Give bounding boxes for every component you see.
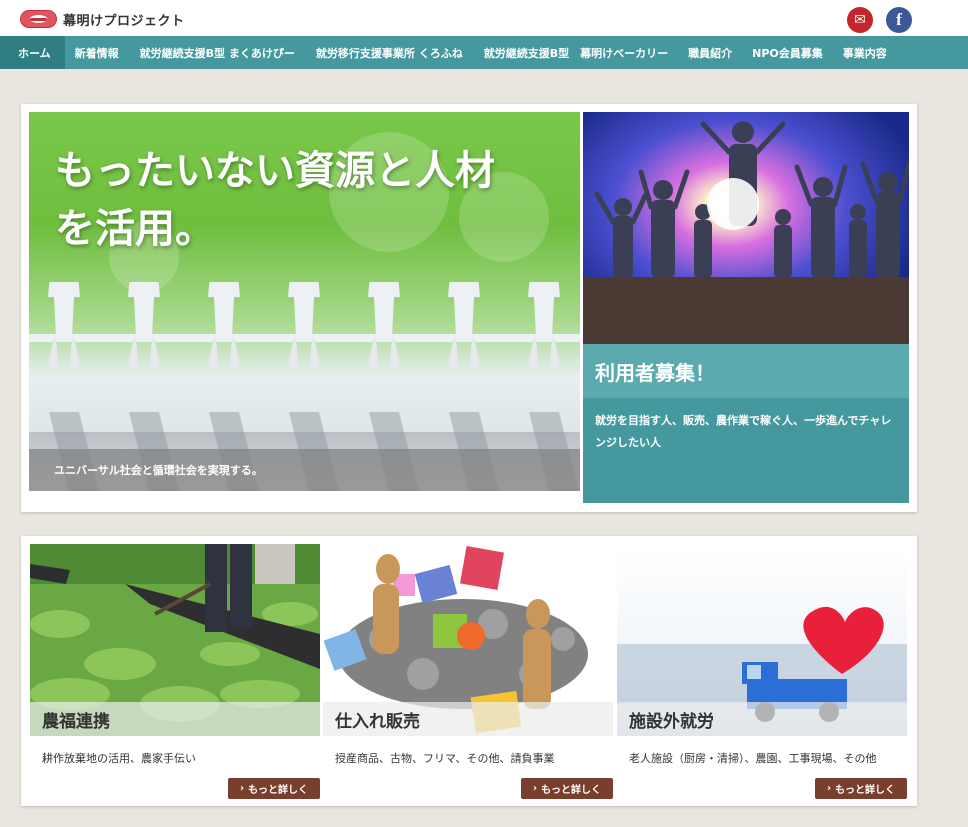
hero-heading: もったいない資源と人材 を活用。 <box>55 142 565 258</box>
nav-item-news[interactable]: 新着情報 <box>65 36 129 69</box>
logo-emblem-icon <box>20 10 57 28</box>
recruitment-description: 就労を目指す人、販売、農作業で稼ぐ人、一歩進んでチャレンジしたい人 <box>595 414 892 449</box>
chevron-right-icon: › <box>239 783 245 794</box>
card-title: 農福連携 <box>30 702 320 736</box>
chevron-right-icon: › <box>826 783 832 794</box>
card-description: 老人施設（厨房・清掃）、農園、工事現場、その他 <box>629 752 877 765</box>
services-section: 農福連携 耕作放棄地の活用、農家手伝い › もっと詳しく 仕入れ販売 授産商品、… <box>21 536 917 806</box>
nav-item-home[interactable]: ホーム <box>0 36 65 69</box>
hero-caption: ユニバーサル社会と循環社会を実現する。 <box>29 449 580 491</box>
recruitment-card[interactable]: 利用者募集！ 就労を目指す人、販売、農作業で稼ぐ人、一歩進んでチャレンジしたい人 <box>583 112 909 503</box>
button-label: もっと詳しく <box>248 785 309 796</box>
card-title: 仕入れ販売 <box>323 702 613 736</box>
service-card-agriculture: 農福連携 耕作放棄地の活用、農家手伝い › もっと詳しく <box>30 544 320 800</box>
facebook-icon: f <box>896 10 902 29</box>
more-details-button[interactable]: › もっと詳しく <box>521 778 613 799</box>
more-details-button[interactable]: › もっと詳しく <box>815 778 907 799</box>
service-card-outside-work: 施設外就労 老人施設（厨房・清掃）、農園、工事現場、その他 › もっと詳しく <box>617 544 907 800</box>
card-description: 耕作放棄地の活用、農家手伝い <box>42 752 196 765</box>
more-details-button[interactable]: › もっと詳しく <box>228 778 320 799</box>
button-label: もっと詳しく <box>835 785 896 796</box>
nav-item-npo-members[interactable]: NPO会員募集 <box>742 36 833 69</box>
nav-item-staff[interactable]: 職員紹介 <box>678 36 742 69</box>
chevron-right-icon: › <box>532 783 538 794</box>
nav-item-kurofune[interactable]: 就労移行支援事業所 くろふね <box>305 36 474 69</box>
nav-item-business[interactable]: 事業内容 <box>833 36 897 69</box>
mail-button[interactable]: ✉ <box>847 7 873 33</box>
site-logo[interactable]: 幕明けプロジェクト <box>20 8 185 30</box>
card-title: 施設外就労 <box>617 702 907 736</box>
nav-item-bakery[interactable]: 就労継続支援B型 幕明けベーカリー <box>474 36 678 69</box>
hero-heading-line: を活用。 <box>55 205 215 252</box>
service-card-sales: 仕入れ販売 授産商品、古物、フリマ、その他、請負事業 › もっと詳しく <box>323 544 613 800</box>
top-header: 幕明けプロジェクト ✉ f <box>0 0 968 36</box>
hero-heading-line: もったいない資源と人材 <box>55 147 495 194</box>
hero-slide[interactable]: もったいない資源と人材 を活用。 ユニバーサル社会と循環社会を実現する。 <box>29 112 580 491</box>
card-description: 授産商品、古物、フリマ、その他、請負事業 <box>335 752 555 765</box>
envelope-icon: ✉ <box>854 12 866 28</box>
button-label: もっと詳しく <box>541 785 602 796</box>
celebrating-silhouettes-image <box>583 112 909 344</box>
main-navigation: ホーム 新着情報 就労継続支援B型 まくあけぴー 就労移行支援事業所 くろふね … <box>0 36 968 69</box>
facebook-button[interactable]: f <box>886 7 912 33</box>
logo-text: 幕明けプロジェクト <box>63 13 185 29</box>
nav-item-makuakepi[interactable]: 就労継続支援B型 まくあけぴー <box>129 36 305 69</box>
hero-section: もったいない資源と人材 を活用。 ユニバーサル社会と循環社会を実現する。 利用者… <box>21 104 917 512</box>
recruitment-title: 利用者募集！ <box>583 344 909 398</box>
